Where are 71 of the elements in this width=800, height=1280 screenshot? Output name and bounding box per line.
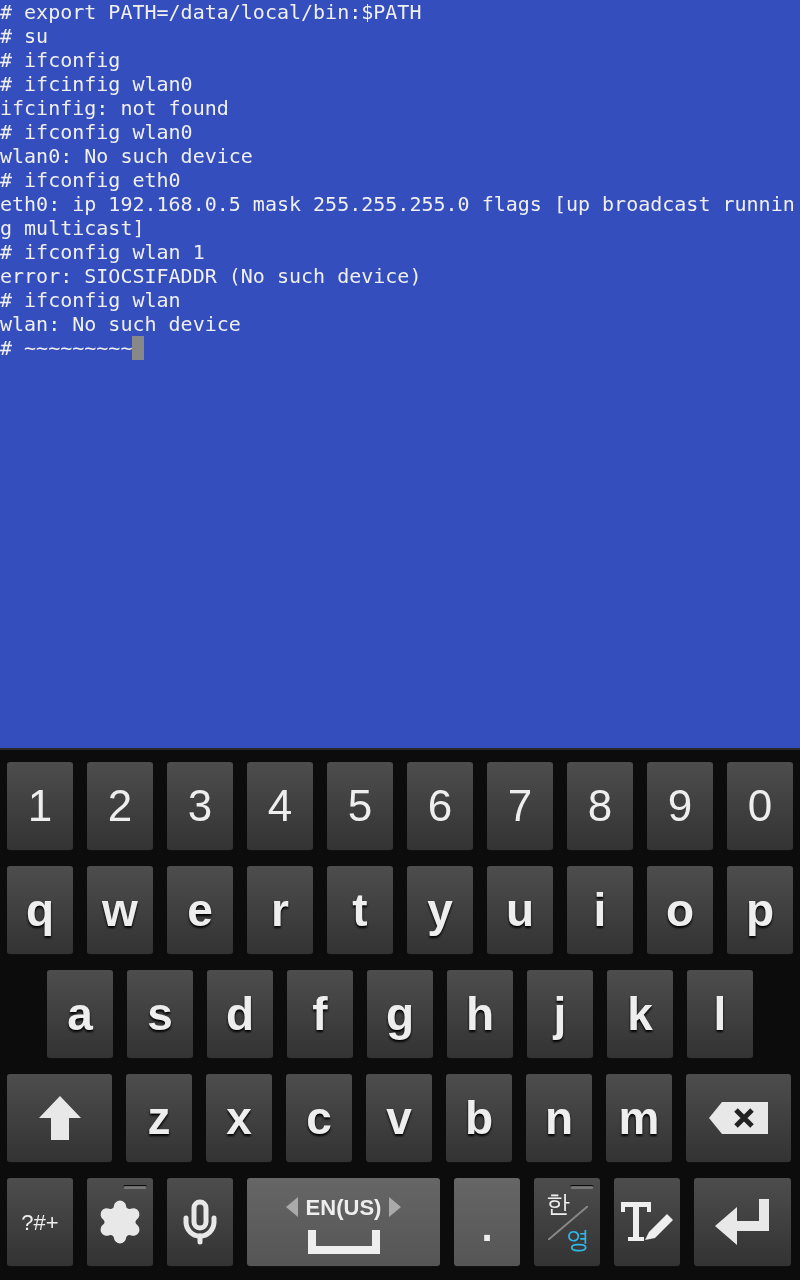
key[interactable]: c xyxy=(286,1074,352,1162)
terminal-line: g multicast] xyxy=(0,216,145,240)
key[interactable]: a xyxy=(47,970,113,1058)
microphone-key[interactable] xyxy=(167,1178,233,1266)
symbols-key[interactable]: ?#+ xyxy=(7,1178,73,1266)
right-arrow-icon xyxy=(389,1197,402,1217)
key[interactable]: y xyxy=(407,866,473,954)
key[interactable]: e xyxy=(167,866,233,954)
backspace-key[interactable] xyxy=(686,1074,791,1162)
key[interactable]: 4 xyxy=(247,762,313,850)
terminal-line: wlan: No such device xyxy=(0,312,241,336)
terminal-line: # ifconfig wlan 1 xyxy=(0,240,205,264)
key[interactable]: 0 xyxy=(727,762,793,850)
terminal-line: ifcinfig: not found xyxy=(0,96,229,120)
key[interactable]: f xyxy=(287,970,353,1058)
key[interactable]: d xyxy=(207,970,273,1058)
key[interactable]: . xyxy=(454,1178,520,1266)
shift-icon xyxy=(36,1094,83,1142)
terminal-line: wlan0: No such device xyxy=(0,144,253,168)
terminal-line: # ifcinfig wlan0 xyxy=(0,72,193,96)
text-cursor xyxy=(132,336,145,360)
shift-key[interactable] xyxy=(7,1074,112,1162)
enter-key[interactable] xyxy=(694,1178,791,1266)
terminal-line: # ifconfig xyxy=(0,48,121,72)
key[interactable]: w xyxy=(87,866,153,954)
key[interactable]: 3 xyxy=(167,762,233,850)
terminal-line: eth0: ip 192.168.0.5 mask 255.255.255.0 flags [up broadcast runnin xyxy=(0,192,795,216)
key[interactable]: m xyxy=(606,1074,672,1162)
key[interactable]: j xyxy=(527,970,593,1058)
key[interactable]: b xyxy=(446,1074,512,1162)
left-arrow-icon xyxy=(285,1197,298,1217)
terminal-line: # ifconfig wlan0 xyxy=(0,120,193,144)
key[interactable]: 7 xyxy=(487,762,553,850)
language-key[interactable]: 한 영 xyxy=(534,1178,600,1266)
key[interactable]: o xyxy=(647,866,713,954)
key[interactable]: t xyxy=(327,866,393,954)
handwriting-icon xyxy=(619,1200,675,1244)
key[interactable]: 8 xyxy=(567,762,633,850)
handwriting-key[interactable] xyxy=(614,1178,680,1266)
popup-indicator-icon xyxy=(123,1185,147,1189)
terminal-line: error: SIOCSIFADDR (No such device) xyxy=(0,264,422,288)
key[interactable]: l xyxy=(687,970,753,1058)
key[interactable]: 1 xyxy=(7,762,73,850)
key[interactable]: n xyxy=(526,1074,592,1162)
terminal-line: # ~~~~~~~~~ xyxy=(0,336,133,360)
terminal-line: # export PATH=/data/local/bin:$PATH xyxy=(0,0,422,24)
key[interactable]: i xyxy=(567,866,633,954)
key[interactable]: 6 xyxy=(407,762,473,850)
key[interactable]: v xyxy=(366,1074,432,1162)
terminal-line: # ifconfig wlan xyxy=(0,288,181,312)
key[interactable]: z xyxy=(126,1074,192,1162)
key[interactable]: s xyxy=(127,970,193,1058)
key[interactable]: r xyxy=(247,866,313,954)
key[interactable]: 9 xyxy=(647,762,713,850)
terminal-line: # ifconfig eth0 xyxy=(0,168,181,192)
key[interactable]: 2 xyxy=(87,762,153,850)
space-key[interactable]: EN(US) xyxy=(247,1178,440,1266)
key[interactable]: p xyxy=(727,866,793,954)
key[interactable]: 5 xyxy=(327,762,393,850)
key[interactable]: k xyxy=(607,970,673,1058)
popup-indicator-icon xyxy=(570,1185,594,1189)
backspace-icon xyxy=(707,1101,770,1135)
key[interactable]: h xyxy=(447,970,513,1058)
key[interactable]: q xyxy=(7,866,73,954)
terminal-line: # su xyxy=(0,24,49,48)
key[interactable]: u xyxy=(487,866,553,954)
key[interactable]: x xyxy=(206,1074,272,1162)
key[interactable]: g xyxy=(367,970,433,1058)
enter-icon xyxy=(714,1199,771,1245)
settings-key[interactable] xyxy=(87,1178,153,1266)
space-bar-icon xyxy=(307,1229,380,1254)
